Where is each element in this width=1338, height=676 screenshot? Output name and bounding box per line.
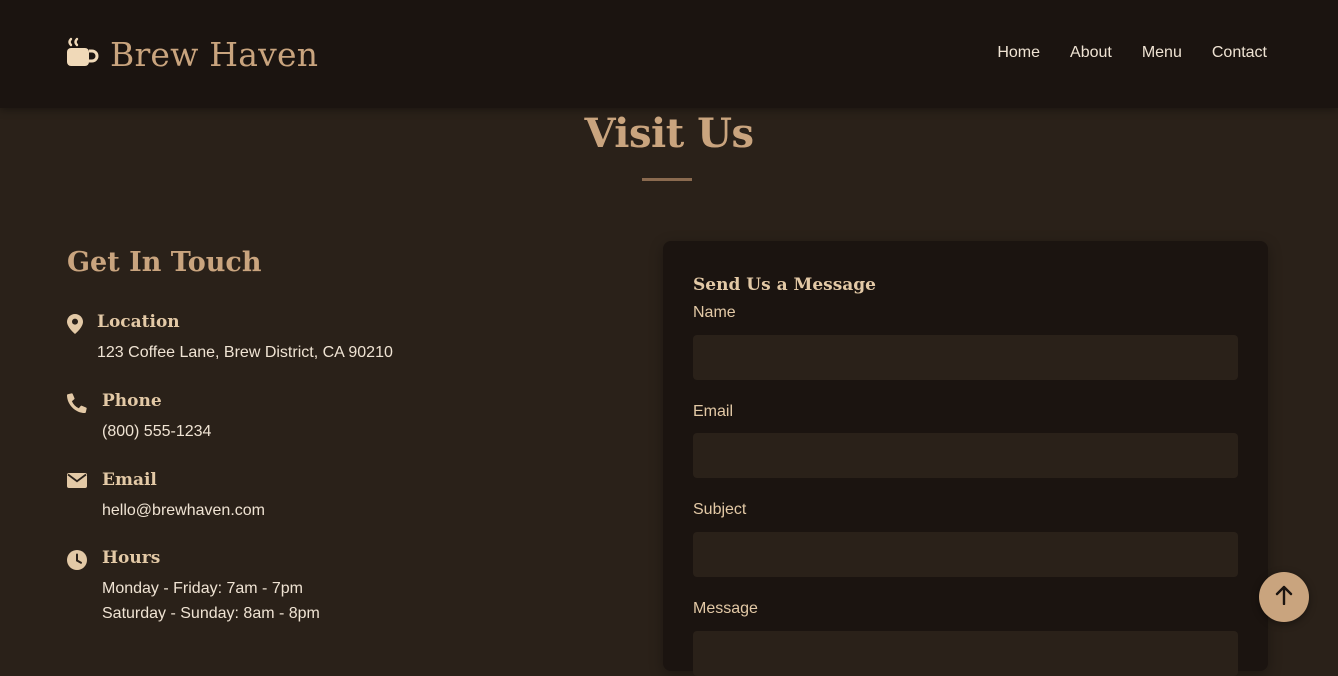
clock-icon bbox=[67, 550, 87, 575]
nav-about[interactable]: About bbox=[1070, 44, 1112, 62]
email-label: Email bbox=[693, 403, 734, 420]
hours-title: Hours bbox=[102, 548, 161, 568]
email-title: Email bbox=[102, 470, 157, 490]
hours-line-weekday: Monday - Friday: 7am - 7pm bbox=[102, 580, 303, 597]
message-field[interactable] bbox=[693, 631, 1238, 676]
subject-field[interactable] bbox=[693, 532, 1238, 577]
section-title: Visit Us bbox=[584, 110, 754, 157]
location-title: Location bbox=[97, 312, 180, 332]
form-title: Send Us a Message bbox=[693, 275, 876, 295]
name-field[interactable] bbox=[693, 335, 1238, 380]
phone-icon bbox=[67, 393, 87, 418]
email-text: hello@brewhaven.com bbox=[102, 502, 265, 519]
hours-line-weekend: Saturday - Sunday: 8am - 8pm bbox=[102, 605, 320, 622]
envelope-icon bbox=[67, 473, 87, 493]
map-pin-icon bbox=[67, 314, 83, 339]
scroll-top-button[interactable] bbox=[1259, 572, 1309, 622]
email-field[interactable] bbox=[693, 433, 1238, 478]
subject-label: Subject bbox=[693, 501, 747, 518]
name-label: Name bbox=[693, 304, 736, 321]
phone-title: Phone bbox=[102, 391, 162, 411]
brand-name: Brew Haven bbox=[110, 34, 319, 74]
contact-heading: Get In Touch bbox=[67, 247, 262, 278]
nav-menu[interactable]: Menu bbox=[1142, 44, 1182, 62]
message-label: Message bbox=[693, 600, 758, 617]
title-divider bbox=[642, 178, 692, 181]
phone-text: (800) 555-1234 bbox=[102, 423, 212, 440]
nav-contact[interactable]: Contact bbox=[1212, 44, 1267, 62]
nav-home[interactable]: Home bbox=[997, 44, 1040, 62]
location-text: 123 Coffee Lane, Brew District, CA 90210 bbox=[97, 344, 393, 361]
main-nav: Home About Menu Contact bbox=[997, 44, 1267, 62]
arrow-up-icon bbox=[1275, 585, 1293, 610]
brand-logo[interactable]: Brew Haven bbox=[66, 34, 318, 74]
contact-form: Send Us a Message Name Email Subject Mes… bbox=[663, 241, 1268, 676]
site-header: Brew Haven Home About Menu Contact bbox=[0, 0, 1338, 108]
mug-hot-icon bbox=[66, 35, 100, 74]
